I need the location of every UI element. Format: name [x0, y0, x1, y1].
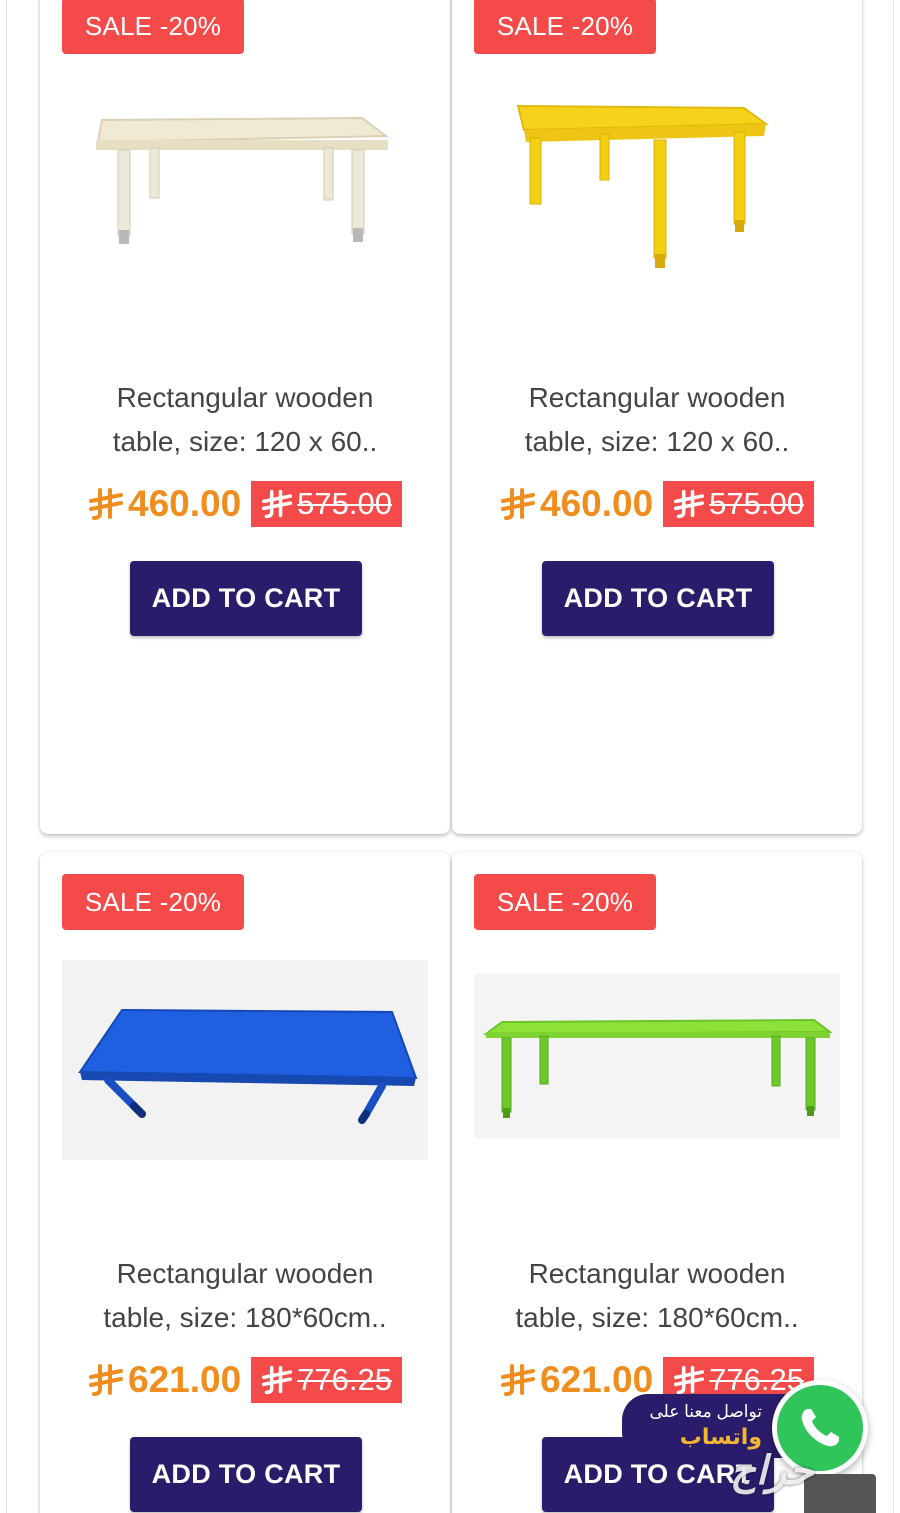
- add-to-cart-button[interactable]: ADD TO CART: [130, 561, 362, 636]
- title-line: table, size: 120 x 60..: [524, 426, 790, 457]
- regular-price: 575.00: [251, 481, 402, 527]
- sale-badge: SALE -20%: [474, 0, 656, 54]
- product-title[interactable]: Rectangular wooden table, size: 180*60cm…: [40, 1252, 450, 1340]
- regular-price: 575.00: [663, 481, 814, 527]
- price-row: 621.00 776.25: [40, 1356, 450, 1404]
- sale-price: 621.00: [500, 1359, 653, 1401]
- product-card[interactable]: SALE -20% Rectangular wooden table, size…: [452, 0, 862, 834]
- product-image[interactable]: [62, 90, 428, 310]
- sale-price-amount: 621.00: [540, 1359, 654, 1400]
- sale-price: 460.00: [500, 483, 653, 525]
- product-card[interactable]: SALE -20% Rectangular wooden table, size…: [40, 852, 450, 1513]
- product-image[interactable]: [474, 974, 840, 1138]
- product-title[interactable]: Rectangular wooden table, size: 120 x 60…: [452, 376, 862, 464]
- saudi-riyal-icon: [674, 1365, 705, 1395]
- table-illustration: [516, 104, 769, 268]
- saudi-riyal-icon: [262, 489, 293, 519]
- sale-price: 460.00: [88, 483, 241, 525]
- saudi-riyal-icon: [501, 1364, 535, 1396]
- sale-badge: SALE -20%: [62, 0, 244, 54]
- price-row: 460.00 575.00: [452, 480, 862, 528]
- saudi-riyal-icon: [501, 488, 535, 520]
- sale-price-amount: 460.00: [128, 483, 242, 524]
- saudi-riyal-icon: [674, 489, 705, 519]
- table-illustration: [96, 116, 389, 244]
- sale-price: 621.00: [88, 1359, 241, 1401]
- regular-price-amount: 575.00: [709, 486, 804, 521]
- title-line: Rectangular wooden: [116, 382, 374, 413]
- sale-badge: SALE -20%: [474, 874, 656, 930]
- product-image[interactable]: [62, 960, 428, 1160]
- table-illustration: [78, 1008, 418, 1124]
- saudi-riyal-icon: [89, 488, 123, 520]
- saudi-riyal-icon: [89, 1364, 123, 1396]
- title-line: Rectangular wooden: [528, 1258, 786, 1289]
- regular-price-amount: 776.25: [297, 1362, 392, 1397]
- sale-badge: SALE -20%: [62, 874, 244, 930]
- title-line: table, size: 180*60cm..: [103, 1302, 387, 1333]
- product-image[interactable]: [474, 90, 840, 310]
- product-title[interactable]: Rectangular wooden table, size: 120 x 60…: [40, 376, 450, 464]
- sale-price-amount: 460.00: [540, 483, 654, 524]
- sale-price-amount: 621.00: [128, 1359, 242, 1400]
- regular-price-amount: 575.00: [297, 486, 392, 521]
- regular-price: 776.25: [251, 1357, 402, 1403]
- title-line: Rectangular wooden: [116, 1258, 374, 1289]
- price-row: 460.00 575.00: [40, 480, 450, 528]
- whatsapp-banner-line2: واتساب: [679, 1424, 762, 1449]
- watermark: حراج: [730, 1449, 814, 1493]
- table-illustration: [482, 1018, 833, 1118]
- product-grid: SALE -20% Rectangular wooden table, size…: [0, 0, 900, 1513]
- product-title[interactable]: Rectangular wooden table, size: 180*60cm…: [452, 1252, 862, 1340]
- title-line: Rectangular wooden: [528, 382, 786, 413]
- title-line: table, size: 180*60cm..: [515, 1302, 799, 1333]
- add-to-cart-button[interactable]: ADD TO CART: [130, 1437, 362, 1512]
- product-card[interactable]: SALE -20% Rectangular wooden table, size…: [40, 0, 450, 834]
- whatsapp-banner-line1: تواصل معنا على: [649, 1402, 762, 1421]
- add-to-cart-button[interactable]: ADD TO CART: [542, 561, 774, 636]
- saudi-riyal-icon: [262, 1365, 293, 1395]
- title-line: table, size: 120 x 60..: [112, 426, 378, 457]
